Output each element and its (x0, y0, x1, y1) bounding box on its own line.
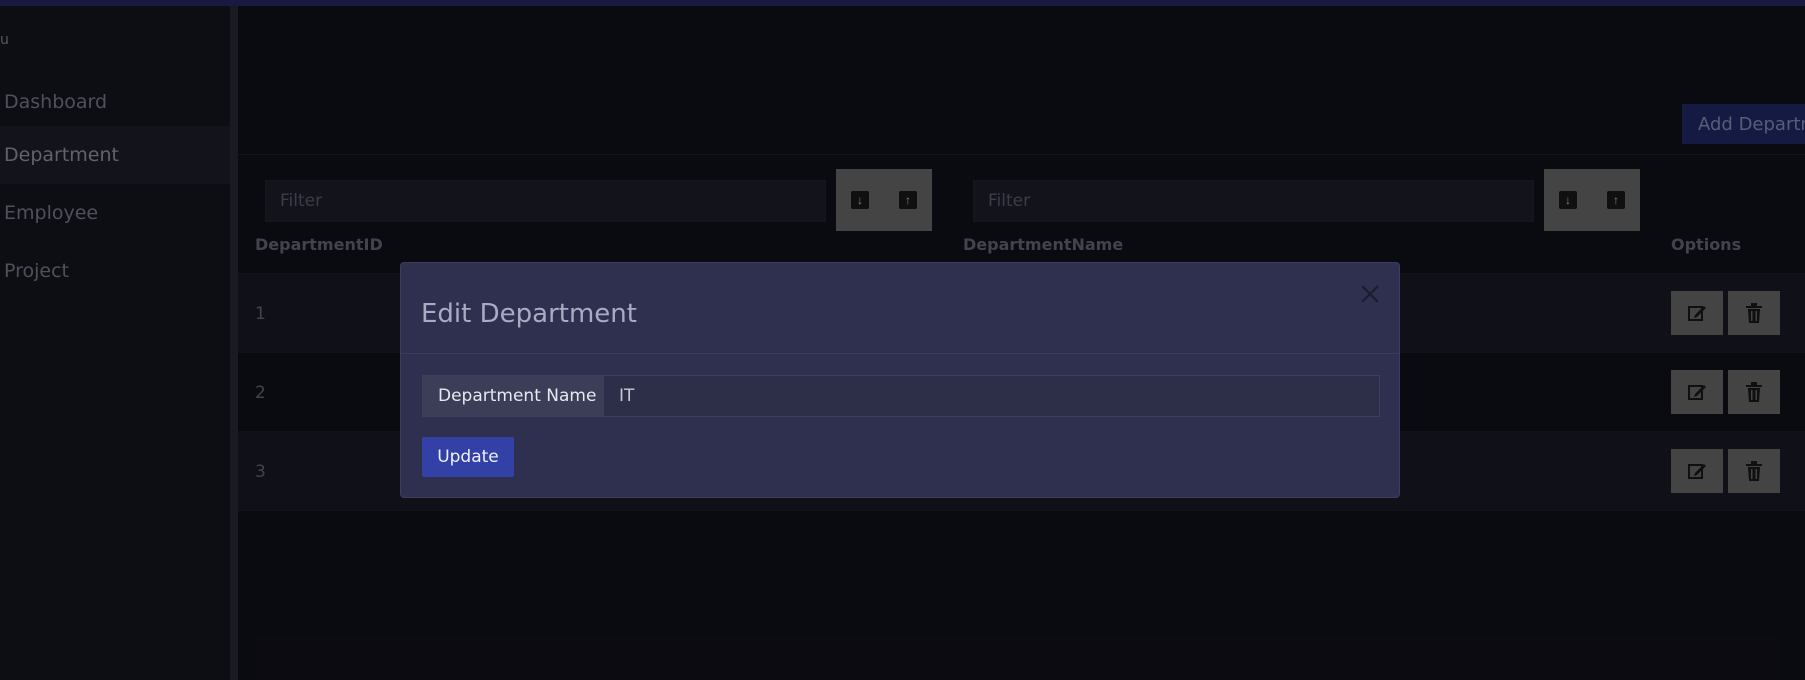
edit-department-modal: Edit Department Department Name Update (400, 262, 1400, 498)
modal-header-divider (401, 353, 1399, 354)
app-root: u Dashboard Department Employee Project … (0, 0, 1805, 680)
modal-title: Edit Department (421, 299, 637, 329)
department-name-field[interactable] (604, 376, 1379, 416)
department-name-label: Department Name (423, 376, 604, 416)
modal-close-button[interactable] (1356, 280, 1384, 308)
update-button[interactable]: Update (422, 437, 514, 477)
department-name-input-group: Department Name (422, 375, 1380, 417)
close-icon (1361, 285, 1379, 303)
